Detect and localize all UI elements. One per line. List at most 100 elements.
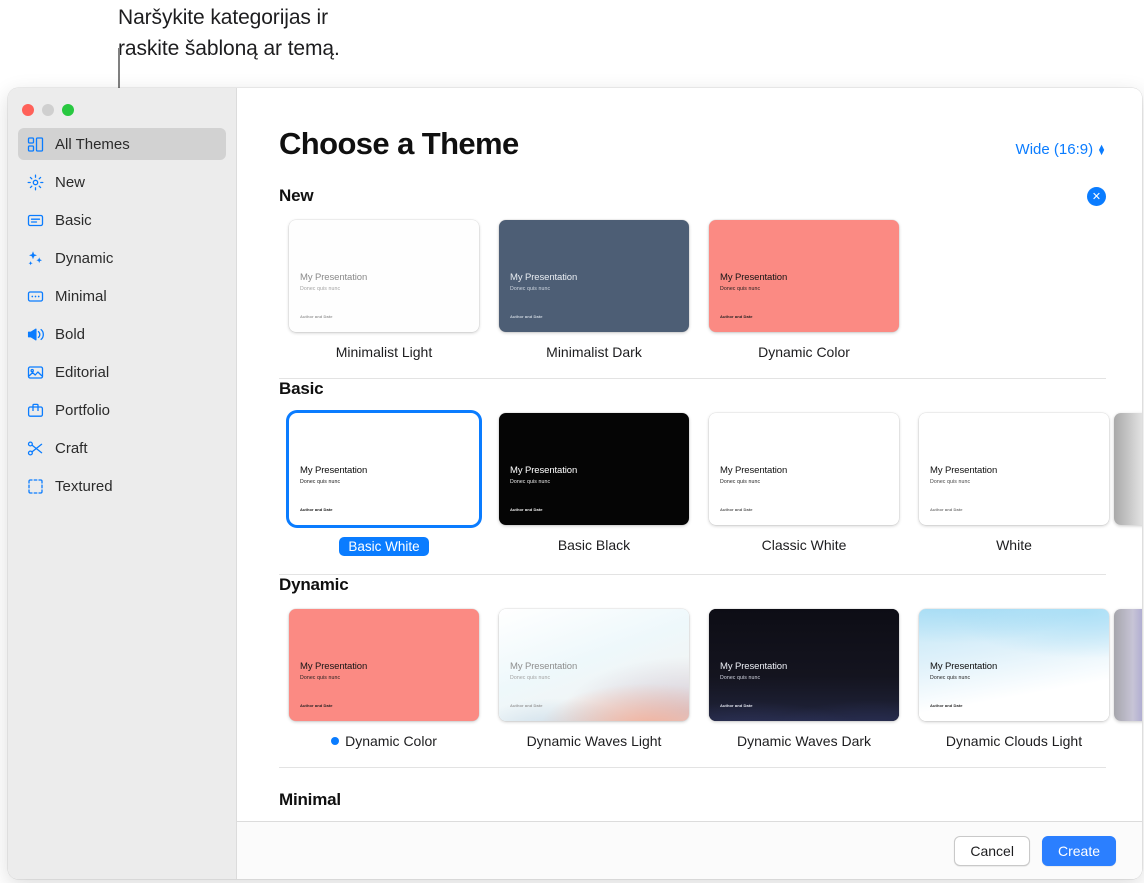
chevron-updown-icon: ▲ ▼ <box>1097 141 1106 157</box>
slide-footer: Author and Date <box>300 314 333 319</box>
megaphone-icon <box>26 325 45 344</box>
dialog-footer: Cancel Create <box>237 821 1142 879</box>
theme-cell: My Presentation Donec quis nunc Author and… <box>909 413 1119 556</box>
thumbnail-wrapper: My Presentation Donec quis nunc Author and… <box>489 609 699 721</box>
theme-thumbnail[interactable]: My Presentation Donec quis nunc Author and… <box>919 413 1109 525</box>
sidebar-item-bold[interactable]: Bold <box>18 318 226 350</box>
group-title: New <box>279 186 314 205</box>
theme-thumbnail-partial[interactable] <box>1114 413 1142 525</box>
slide-subtitle: Donec quis nunc <box>720 286 761 292</box>
theme-thumbnail[interactable]: My Presentation Donec quis nunc Author and… <box>499 220 689 332</box>
slide-footer: Author and Date <box>300 507 333 512</box>
thumbnail-wrapper: My Presentation Donec quis nunc Author and… <box>699 609 909 721</box>
sidebar-item-all-themes[interactable]: All Themes <box>18 128 226 160</box>
theme-thumbnail[interactable]: My Presentation Donec quis nunc Author and… <box>709 413 899 525</box>
theme-thumbnail[interactable]: My Presentation Donec quis nunc Author and… <box>499 413 689 525</box>
theme-caption: Minimalist Dark <box>489 344 699 360</box>
close-window-icon[interactable] <box>22 104 34 116</box>
theme-cell: My Presentation Donec quis nunc Author and… <box>699 220 909 360</box>
theme-thumbnail-partial[interactable] <box>1114 609 1142 721</box>
slide-footer: Author and Date <box>510 507 543 512</box>
sidebar-item-minimal[interactable]: Minimal <box>18 280 226 312</box>
sidebar-item-label: All Themes <box>55 135 130 153</box>
theme-scroll-area[interactable]: Choose a Theme Wide (16:9) ▲ ▼ New ✕ My Pre… <box>237 88 1142 821</box>
sidebar-item-textured[interactable]: Textured <box>18 470 226 502</box>
sidebar-item-editorial[interactable]: Editorial <box>18 356 226 388</box>
theme-caption: Basic Black <box>489 537 699 553</box>
theme-thumbnail[interactable]: My Presentation Donec quis nunc Author and… <box>289 609 479 721</box>
slide-footer: Author and Date <box>930 703 963 708</box>
sparkle-burst-icon <box>26 173 45 192</box>
theme-caption: Dynamic Color <box>699 344 909 360</box>
theme-caption: Basic White <box>279 537 489 556</box>
theme-groups: New ✕ My Presentation Donec quis nunc Author… <box>279 186 1142 810</box>
theme-cell: My Presentation Donec quis nunc Author and… <box>489 413 699 556</box>
theme-thumbnail[interactable]: My Presentation Donec quis nunc Author and… <box>499 609 689 721</box>
ellipsis-rectangle-icon <box>26 287 45 306</box>
slide-title: My Presentation <box>930 465 998 476</box>
theme-name: Basic Black <box>557 537 631 553</box>
thumbnail-wrapper: My Presentation Donec quis nunc Author and… <box>909 609 1119 721</box>
theme-thumbnail[interactable]: My Presentation Donec quis nunc Author and… <box>709 220 899 332</box>
theme-thumbnail[interactable]: My Presentation Donec quis nunc Author and… <box>289 413 479 525</box>
slide-size-popup[interactable]: Wide (16:9) ▲ ▼ <box>1016 141 1106 158</box>
sidebar-item-dynamic[interactable]: Dynamic <box>18 242 226 274</box>
sidebar-list: All Themes New Basic Dynamic Minimal Bold Edit… <box>8 128 236 502</box>
sidebar-item-label: New <box>55 173 86 191</box>
sidebar-item-label: Basic <box>55 211 92 229</box>
sidebar-item-craft[interactable]: Craft <box>18 432 226 464</box>
theme-caption: White <box>909 537 1119 553</box>
theme-caption: Minimalist Light <box>279 344 489 360</box>
slide-title: My Presentation <box>510 465 578 476</box>
callout-text: Naršykite kategorijas ir raskite šabloną… <box>118 6 340 60</box>
theme-group: New ✕ My Presentation Donec quis nunc Author… <box>279 186 1142 379</box>
slide-title: My Presentation <box>510 661 578 672</box>
sidebar-item-label: Editorial <box>55 363 110 381</box>
cancel-button[interactable]: Cancel <box>954 835 1030 866</box>
slide-footer: Author and Date <box>720 507 753 512</box>
sidebar-item-portfolio[interactable]: Portfolio <box>18 394 226 426</box>
theme-chooser-window: All Themes New Basic Dynamic Minimal Bold Edit… <box>8 88 1142 879</box>
theme-cell: My Presentation Donec quis nunc Author and… <box>489 220 699 360</box>
close-icon[interactable]: ✕ <box>1087 186 1106 206</box>
sidebar-item-new[interactable]: New <box>18 166 226 198</box>
theme-row: My Presentation Donec quis nunc Author and… <box>279 413 1142 556</box>
briefcase-icon <box>26 401 45 420</box>
theme-thumbnail[interactable]: My Presentation Donec quis nunc Author and… <box>709 609 899 721</box>
sparkles-icon <box>26 249 45 268</box>
photo-icon <box>26 363 45 382</box>
theme-caption: Dynamic Color <box>279 733 489 749</box>
slide-title: My Presentation <box>300 272 368 283</box>
page-title: Choose a Theme <box>279 126 519 161</box>
theme-thumbnail[interactable]: My Presentation Donec quis nunc Author and… <box>919 609 1109 721</box>
sidebar-item-label: Textured <box>55 477 113 495</box>
theme-name: Dynamic Clouds Light <box>945 733 1083 749</box>
sidebar-item-label: Minimal <box>55 287 107 305</box>
theme-group: Dynamic My Presentation Donec quis nunc Aut… <box>279 575 1142 768</box>
thumbnail-wrapper: My Presentation Donec quis nunc Author and… <box>699 413 909 525</box>
theme-caption: Dynamic Waves Light <box>489 733 699 749</box>
theme-caption: Dynamic Waves Dark <box>699 733 909 749</box>
sidebar-item-basic[interactable]: Basic <box>18 204 226 236</box>
zoom-window-icon[interactable] <box>62 104 74 116</box>
group-header: Basic <box>279 379 1142 399</box>
theme-name: Dynamic Waves Dark <box>736 733 872 749</box>
sidebar: All Themes New Basic Dynamic Minimal Bold Edit… <box>8 88 237 879</box>
theme-name: Dynamic Waves Light <box>526 733 662 749</box>
theme-thumbnail[interactable]: My Presentation Donec quis nunc Author and… <box>289 220 479 332</box>
sidebar-item-label: Portfolio <box>55 401 111 419</box>
slide-subtitle: Donec quis nunc <box>300 479 341 485</box>
recent-indicator-icon <box>331 737 340 745</box>
group-title: Minimal <box>279 790 341 809</box>
sidebar-item-label: Bold <box>55 325 86 343</box>
thumbnail-wrapper: My Presentation Donec quis nunc Author and… <box>279 609 489 721</box>
slide-title: My Presentation <box>930 661 998 672</box>
theme-cell: My Presentation Donec quis nunc Author and… <box>279 609 489 749</box>
theme-name-selected: Basic White <box>339 537 429 556</box>
theme-name: White <box>996 537 1032 553</box>
minimize-window-icon[interactable] <box>42 104 54 116</box>
theme-cell: My Presentation Donec quis nunc Author and… <box>699 609 909 749</box>
slide-title: My Presentation <box>300 661 368 672</box>
slide-footer: Author and Date <box>510 314 543 319</box>
create-button[interactable]: Create <box>1041 835 1116 866</box>
